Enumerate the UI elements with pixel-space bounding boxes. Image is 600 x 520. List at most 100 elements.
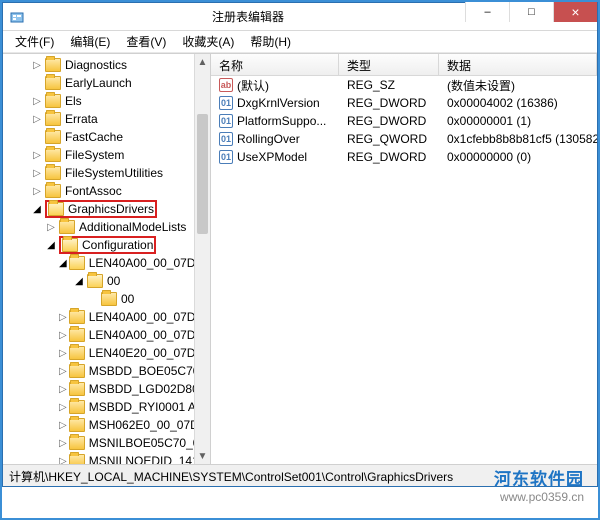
expand-icon[interactable]: ▷ bbox=[45, 221, 57, 233]
column-name[interactable]: 名称 bbox=[211, 54, 339, 75]
folder-icon bbox=[45, 76, 61, 90]
scroll-down-icon[interactable]: ▼ bbox=[195, 448, 210, 464]
tree-item[interactable]: ▷Els bbox=[3, 92, 210, 110]
value-row[interactable]: ab(默认)REG_SZ(数值未设置) bbox=[211, 76, 597, 94]
tree-item[interactable]: ▷AdditionalModeLists bbox=[3, 218, 210, 236]
tree-item-label: LEN40A00_00_07DC_9 bbox=[89, 328, 211, 342]
folder-icon bbox=[69, 454, 85, 464]
minimize-button[interactable]: – bbox=[465, 2, 509, 22]
tree-item[interactable]: FastCache bbox=[3, 128, 210, 146]
tree-item[interactable]: ▷Diagnostics bbox=[3, 56, 210, 74]
scroll-thumb[interactable] bbox=[197, 114, 208, 234]
expand-icon[interactable]: ▷ bbox=[31, 167, 43, 179]
menu-favorites[interactable]: 收藏夹(A) bbox=[176, 31, 240, 52]
tree-item[interactable]: ▷LEN40A00_00_07DC_9 bbox=[3, 308, 210, 326]
folder-icon bbox=[69, 436, 85, 450]
collapse-icon[interactable]: ◢ bbox=[31, 203, 43, 215]
collapse-icon[interactable]: ◢ bbox=[59, 257, 67, 269]
tree-item-label: Errata bbox=[65, 112, 98, 126]
app-icon bbox=[9, 9, 25, 25]
expand-icon[interactable]: ▷ bbox=[31, 149, 43, 161]
expand-icon[interactable]: ▷ bbox=[59, 419, 67, 431]
string-value-icon: ab bbox=[219, 78, 233, 92]
watermark-brand: 河东软件园 bbox=[494, 465, 584, 490]
value-row[interactable]: 01PlatformSuppo...REG_DWORD0x00000001 (1… bbox=[211, 112, 597, 130]
column-data[interactable]: 数据 bbox=[439, 54, 597, 75]
value-name: DxgKrnlVersion bbox=[237, 96, 320, 110]
tree-item[interactable]: ▷FontAssoc bbox=[3, 182, 210, 200]
expand-icon[interactable]: ▷ bbox=[59, 401, 67, 413]
registry-tree[interactable]: ▷DiagnosticsEarlyLaunch▷Els▷ErrataFastCa… bbox=[3, 54, 210, 464]
folder-icon bbox=[45, 94, 61, 108]
tree-item[interactable]: ◢ 00 bbox=[3, 272, 210, 290]
column-type[interactable]: 类型 bbox=[339, 54, 439, 75]
collapse-icon[interactable]: ◢ bbox=[73, 275, 85, 287]
folder-icon bbox=[45, 148, 61, 162]
expand-icon[interactable]: ▷ bbox=[59, 365, 67, 377]
expand-icon[interactable]: ▷ bbox=[59, 383, 67, 395]
value-data: (数值未设置) bbox=[439, 77, 597, 94]
menu-view[interactable]: 查看(V) bbox=[120, 31, 172, 52]
tree-item-label: 00 bbox=[121, 292, 134, 306]
tree-item[interactable]: ▷ MSNILNOEDID_1414_0 bbox=[3, 452, 210, 464]
value-name-cell: 01UseXPModel bbox=[211, 150, 339, 164]
tree-item[interactable]: EarlyLaunch bbox=[3, 74, 210, 92]
tree-item[interactable]: ▷ LEN40E20_00_07DA_9 bbox=[3, 344, 210, 362]
binary-value-icon: 01 bbox=[219, 96, 233, 110]
value-type: REG_DWORD bbox=[339, 114, 439, 128]
tree-item[interactable]: ◢ GraphicsDrivers bbox=[3, 200, 210, 218]
tree-item[interactable]: ▷MSBDD_LGD02D80_00 bbox=[3, 380, 210, 398]
value-name: PlatformSuppo... bbox=[237, 114, 326, 128]
tree-item[interactable]: ▷MSBDD_BOE05C70_01 bbox=[3, 362, 210, 380]
menu-edit[interactable]: 编辑(E) bbox=[64, 31, 116, 52]
value-data: 0x00004002 (16386) bbox=[439, 96, 597, 110]
value-row[interactable]: 01 DxgKrnlVersion REG_DWORD0x00004002 (163… bbox=[211, 94, 597, 112]
folder-icon bbox=[59, 220, 75, 234]
tree-item-label: MSBDD_RYI0001 AGN bbox=[89, 400, 211, 414]
expand-icon[interactable]: ▷ bbox=[59, 455, 67, 464]
folder-icon bbox=[69, 346, 85, 360]
tree-item[interactable]: ▷FileSystem bbox=[3, 146, 210, 164]
tree-scrollbar[interactable]: ▲ ▼ bbox=[194, 54, 210, 464]
expand-icon[interactable]: ▷ bbox=[31, 95, 43, 107]
tree-item[interactable]: ▷ Errata bbox=[3, 110, 210, 128]
tree-item[interactable]: ▷FileSystemUtilities bbox=[3, 164, 210, 182]
value-data: 0x00000000 (0) bbox=[439, 150, 597, 164]
tree-item[interactable]: ▷ MSBDD_RYI0001 AGN bbox=[3, 398, 210, 416]
menu-help[interactable]: 帮助(H) bbox=[244, 31, 297, 52]
menu-file[interactable]: 文件(F) bbox=[9, 31, 60, 52]
tree-item[interactable]: ▷MSNILBOE05C70_01_0 bbox=[3, 434, 210, 452]
tree-item[interactable]: ▷ LEN40A00_00_07DC_9 bbox=[3, 326, 210, 344]
value-row[interactable]: 01UseXPModelREG_DWORD0x00000000 (0) bbox=[211, 148, 597, 166]
values-list[interactable]: ab(默认)REG_SZ(数值未设置) 01 DxgKrnlVersion REG_D… bbox=[211, 76, 597, 166]
tree-item[interactable]: 00 bbox=[3, 290, 210, 308]
expand-icon[interactable]: ▷ bbox=[59, 329, 67, 341]
tree-item-label: GraphicsDrivers bbox=[68, 202, 154, 216]
maximize-button[interactable]: □ bbox=[509, 2, 553, 22]
value-name: UseXPModel bbox=[237, 150, 307, 164]
expand-icon[interactable]: ▷ bbox=[59, 437, 67, 449]
folder-icon bbox=[62, 238, 78, 252]
expand-icon[interactable]: ▷ bbox=[59, 347, 67, 359]
value-row[interactable]: 01RollingOverREG_QWORD0x1cfebb8b8b81cf5 … bbox=[211, 130, 597, 148]
folder-icon bbox=[69, 418, 85, 432]
watermark: 河东软件园 www.pc0359.cn bbox=[494, 465, 584, 504]
tree-item[interactable]: ◢Configuration bbox=[3, 236, 210, 254]
expand-icon[interactable]: ▷ bbox=[31, 185, 43, 197]
expand-icon[interactable]: ▷ bbox=[31, 59, 43, 71]
collapse-icon[interactable]: ◢ bbox=[45, 239, 57, 251]
no-expand-icon bbox=[87, 293, 99, 305]
expand-icon[interactable]: ▷ bbox=[59, 311, 67, 323]
tree-item[interactable]: ◢LEN40A00_00_07DC_9 bbox=[3, 254, 210, 272]
tree-item[interactable]: ▷MSH062E0_00_07DB_0 bbox=[3, 416, 210, 434]
value-name-cell: 01 DxgKrnlVersion bbox=[211, 96, 339, 110]
tree-item-label: LEN40E20_00_07DA_9 bbox=[89, 346, 211, 360]
tree-item-label: 00 bbox=[107, 274, 120, 288]
value-type: REG_DWORD bbox=[339, 150, 439, 164]
expand-icon[interactable]: ▷ bbox=[31, 113, 43, 125]
scroll-up-icon[interactable]: ▲ bbox=[195, 54, 210, 70]
tree-item-label: EarlyLaunch bbox=[65, 76, 132, 90]
tree-item-label: MSNILNOEDID_1414_0 bbox=[89, 454, 211, 464]
value-type: REG_DWORD bbox=[339, 96, 439, 110]
close-button[interactable]: × bbox=[553, 2, 597, 22]
